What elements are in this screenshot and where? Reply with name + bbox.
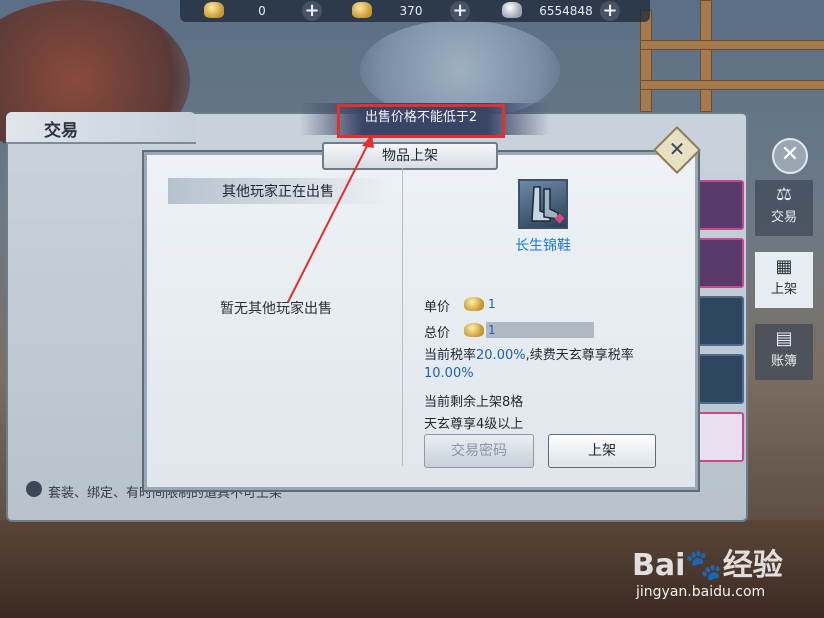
paw-icon: 🐾 xyxy=(685,548,723,583)
baidu-watermark-logo: Bai🐾经验 xyxy=(632,548,783,583)
baidu-watermark-url: jingyan.baidu.com xyxy=(636,584,766,600)
annotation-arrow xyxy=(287,134,374,303)
